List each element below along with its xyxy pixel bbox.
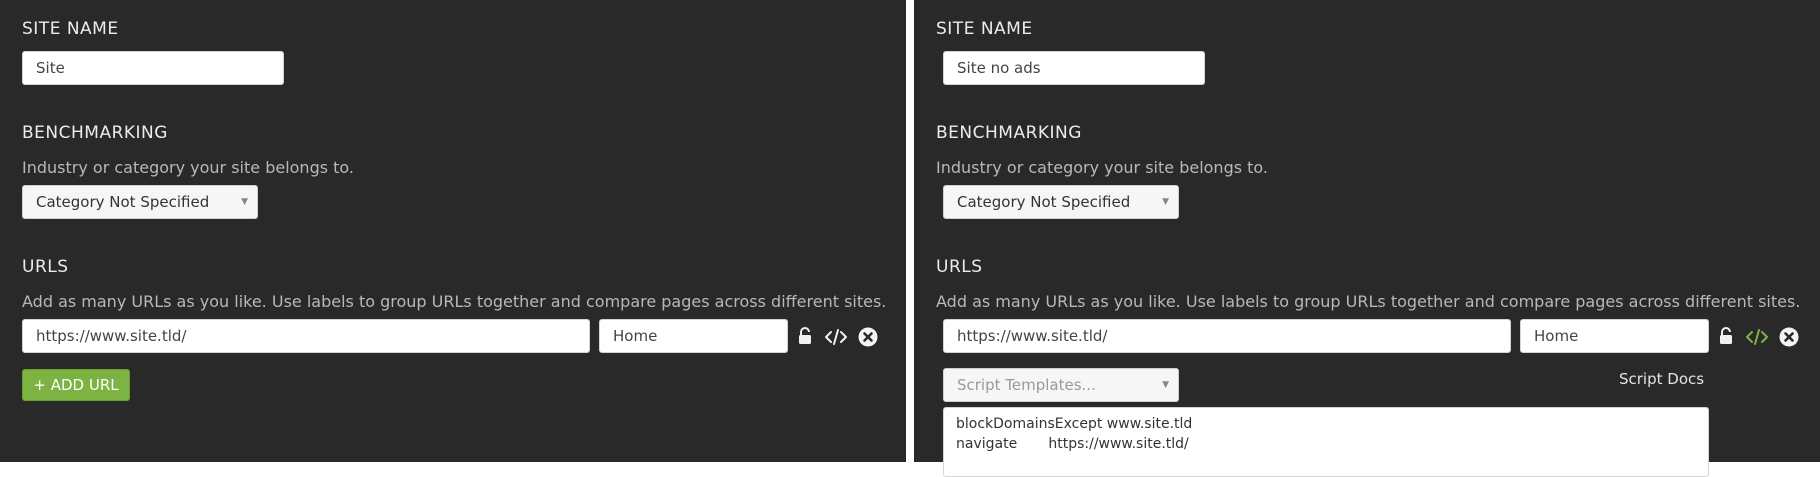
category-select[interactable]: Category Not Specified ▼	[22, 185, 258, 219]
code-brackets-icon[interactable]	[825, 326, 847, 348]
chevron-down-icon: ▼	[1162, 380, 1169, 390]
benchmarking-heading: BENCHMARKING	[22, 123, 168, 143]
site-name-input[interactable]: Site no ads	[943, 51, 1205, 85]
url-input[interactable]: https://www.site.tld/	[943, 319, 1511, 353]
url-label-input[interactable]: Home	[1520, 319, 1709, 353]
site-name-input[interactable]: Site	[22, 51, 284, 85]
site-name-heading: SITE NAME	[936, 19, 1033, 39]
benchmarking-description: Industry or category your site belongs t…	[936, 158, 1269, 177]
category-select[interactable]: Category Not Specified ▼	[943, 185, 1179, 219]
script-templates-placeholder: Script Templates...	[957, 376, 1096, 394]
site-name-heading: SITE NAME	[22, 19, 119, 39]
urls-description: Add as many URLs as you like. Use labels…	[936, 292, 1801, 311]
urls-heading: URLS	[936, 257, 983, 277]
script-templates-select[interactable]: Script Templates... ▼	[943, 368, 1179, 402]
remove-url-icon[interactable]	[1778, 326, 1800, 348]
category-select-value: Category Not Specified	[957, 193, 1131, 211]
add-url-button[interactable]: + ADD URL	[22, 369, 130, 401]
code-brackets-icon[interactable]	[1746, 326, 1768, 348]
unlocked-padlock-icon[interactable]	[794, 325, 816, 347]
unlocked-padlock-icon[interactable]	[1715, 325, 1737, 347]
script-editor[interactable]: blockDomainsExcept www.site.tld navigate…	[943, 407, 1709, 477]
script-line: blockDomainsExcept www.site.tld	[956, 416, 1193, 432]
urls-description: Add as many URLs as you like. Use labels…	[22, 292, 887, 311]
url-label-input[interactable]: Home	[599, 319, 788, 353]
script-line: navigate https://www.site.tld/	[956, 436, 1189, 452]
url-input[interactable]: https://www.site.tld/	[22, 319, 590, 353]
chevron-down-icon: ▼	[1162, 197, 1169, 207]
site-settings-panel-right: SITE NAME Site no ads BENCHMARKING Indus…	[914, 0, 1820, 462]
benchmarking-heading: BENCHMARKING	[936, 123, 1082, 143]
urls-heading: URLS	[22, 257, 69, 277]
script-docs-link[interactable]: Script Docs	[1619, 370, 1704, 388]
benchmarking-description: Industry or category your site belongs t…	[22, 158, 355, 177]
site-settings-panel-left: SITE NAME Site BENCHMARKING Industry or …	[0, 0, 906, 462]
remove-url-icon[interactable]	[857, 326, 879, 348]
category-select-value: Category Not Specified	[36, 193, 210, 211]
chevron-down-icon: ▼	[241, 197, 248, 207]
